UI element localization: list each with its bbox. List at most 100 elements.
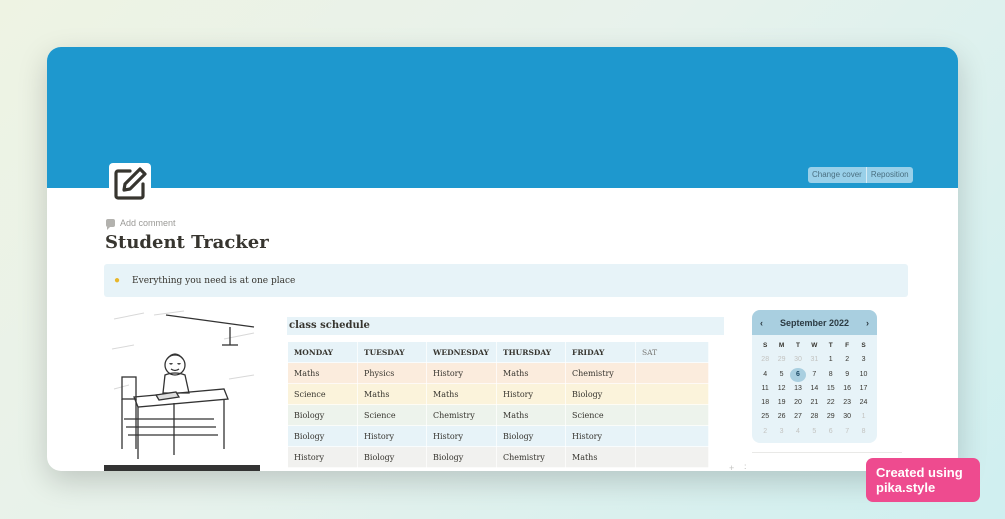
- calendar-day[interactable]: 30: [790, 353, 806, 367]
- calendar-day[interactable]: 23: [839, 396, 855, 410]
- calendar-day[interactable]: 12: [773, 382, 789, 396]
- column-header[interactable]: FRIDAY: [565, 341, 636, 363]
- table-cell[interactable]: Science: [357, 404, 427, 426]
- calendar-day[interactable]: 8: [855, 425, 871, 439]
- page-title[interactable]: Student Tracker: [105, 232, 269, 253]
- calendar-day[interactable]: 28: [806, 410, 822, 424]
- table-row: Biology Science Chemistry Maths Science: [287, 404, 709, 426]
- calendar-weekday: F: [845, 342, 850, 349]
- table-cell[interactable]: Maths: [496, 404, 566, 426]
- table-cell[interactable]: Biology: [426, 446, 497, 468]
- calendar-day[interactable]: 6: [789, 367, 807, 382]
- calendar-day[interactable]: 6: [823, 425, 839, 439]
- table-cell[interactable]: Physics: [357, 362, 427, 384]
- comment-icon: [106, 219, 115, 230]
- table-cell[interactable]: Biology: [357, 446, 427, 468]
- calendar-day[interactable]: 2: [757, 425, 773, 439]
- table-cell[interactable]: Biology: [287, 425, 358, 447]
- calendar-day[interactable]: 4: [790, 425, 806, 439]
- table-cell[interactable]: Chemistry: [496, 446, 566, 468]
- table-cell[interactable]: [635, 362, 709, 384]
- calendar-day[interactable]: 25: [757, 410, 773, 424]
- table-cell[interactable]: Chemistry: [565, 362, 636, 384]
- table-cell[interactable]: Maths: [565, 446, 636, 468]
- divider: [752, 452, 902, 453]
- table-cell[interactable]: Biology: [496, 425, 566, 447]
- table-row: History Biology Biology Chemistry Maths: [287, 446, 709, 468]
- column-header[interactable]: THURSDAY: [496, 341, 566, 363]
- table-cell[interactable]: History: [426, 362, 497, 384]
- table-cell[interactable]: Maths: [357, 383, 427, 405]
- page-cover: Change cover Reposition: [47, 47, 958, 188]
- add-comment-button[interactable]: Add comment: [106, 218, 176, 230]
- calendar-day[interactable]: 18: [757, 396, 773, 410]
- calendar-day[interactable]: 31: [806, 353, 822, 367]
- table-cell[interactable]: Biology: [287, 404, 358, 426]
- table-cell[interactable]: [635, 383, 709, 405]
- calendar-day[interactable]: 4: [757, 368, 773, 382]
- reposition-button[interactable]: Reposition: [867, 167, 913, 183]
- table-cell[interactable]: History: [496, 383, 566, 405]
- calendar-day[interactable]: 3: [773, 425, 789, 439]
- table-cell[interactable]: Biology: [565, 383, 636, 405]
- edit-icon[interactable]: [109, 163, 151, 205]
- calendar-day[interactable]: 24: [855, 396, 871, 410]
- calendar-day[interactable]: 10: [855, 368, 871, 382]
- pika-watermark-badge[interactable]: Created using pika.style: [866, 458, 980, 502]
- calendar-day[interactable]: 3: [855, 353, 871, 367]
- callout-block[interactable]: ● Everything you need is at one place: [104, 264, 908, 297]
- schedule-title[interactable]: class schedule: [287, 317, 724, 335]
- calendar-day[interactable]: 29: [773, 353, 789, 367]
- table-cell[interactable]: Science: [287, 383, 358, 405]
- calendar-day[interactable]: 8: [823, 368, 839, 382]
- illustration-caption-bar: [104, 465, 260, 471]
- calendar-day[interactable]: 20: [790, 396, 806, 410]
- table-cell[interactable]: History: [565, 425, 636, 447]
- calendar-day[interactable]: 1: [855, 410, 871, 424]
- column-header[interactable]: SAT: [635, 341, 709, 363]
- chevron-right-icon[interactable]: ›: [866, 318, 869, 328]
- table-cell[interactable]: Chemistry: [426, 404, 497, 426]
- calendar-day[interactable]: 1: [823, 353, 839, 367]
- calendar-day[interactable]: 13: [790, 382, 806, 396]
- calendar-day[interactable]: 14: [806, 382, 822, 396]
- watermark-line2: pika.style: [876, 480, 936, 495]
- drag-handle-icon[interactable]: + ⋮: [729, 463, 752, 471]
- class-schedule-table[interactable]: MONDAY TUESDAY WEDNESDAY THURSDAY FRIDAY SAT …: [287, 341, 709, 468]
- calendar-day[interactable]: 7: [806, 368, 822, 382]
- calendar-day[interactable]: 27: [790, 410, 806, 424]
- calendar-weekday: T: [795, 342, 800, 349]
- table-cell[interactable]: History: [357, 425, 427, 447]
- table-cell[interactable]: Science: [565, 404, 636, 426]
- change-cover-button[interactable]: Change cover: [808, 167, 867, 183]
- calendar-day[interactable]: 29: [823, 410, 839, 424]
- calendar-day[interactable]: 17: [855, 382, 871, 396]
- calendar-day[interactable]: 5: [806, 425, 822, 439]
- calendar-day[interactable]: 11: [757, 382, 773, 396]
- column-header[interactable]: WEDNESDAY: [426, 341, 497, 363]
- calendar-day[interactable]: 26: [773, 410, 789, 424]
- calendar-day[interactable]: 21: [806, 396, 822, 410]
- table-cell[interactable]: Maths: [287, 362, 358, 384]
- calendar-day[interactable]: 30: [839, 410, 855, 424]
- calendar-day[interactable]: 15: [823, 382, 839, 396]
- calendar-day[interactable]: 5: [773, 368, 789, 382]
- column-header[interactable]: TUESDAY: [357, 341, 427, 363]
- calendar-day[interactable]: 16: [839, 382, 855, 396]
- calendar-day[interactable]: 22: [823, 396, 839, 410]
- calendar-day[interactable]: 19: [773, 396, 789, 410]
- chevron-left-icon[interactable]: ‹: [760, 318, 763, 328]
- calendar-day[interactable]: 28: [757, 353, 773, 367]
- calendar-day[interactable]: 7: [839, 425, 855, 439]
- table-cell[interactable]: [635, 446, 709, 468]
- calendar-day[interactable]: 9: [839, 368, 855, 382]
- table-cell[interactable]: History: [287, 446, 358, 468]
- table-cell[interactable]: Maths: [426, 383, 497, 405]
- column-header[interactable]: MONDAY: [287, 341, 358, 363]
- table-cell[interactable]: History: [426, 425, 497, 447]
- table-cell[interactable]: [635, 404, 709, 426]
- table-cell[interactable]: Maths: [496, 362, 566, 384]
- table-cell[interactable]: [635, 425, 709, 447]
- watermark-line1: Created using: [876, 465, 963, 480]
- calendar-day[interactable]: 2: [839, 353, 855, 367]
